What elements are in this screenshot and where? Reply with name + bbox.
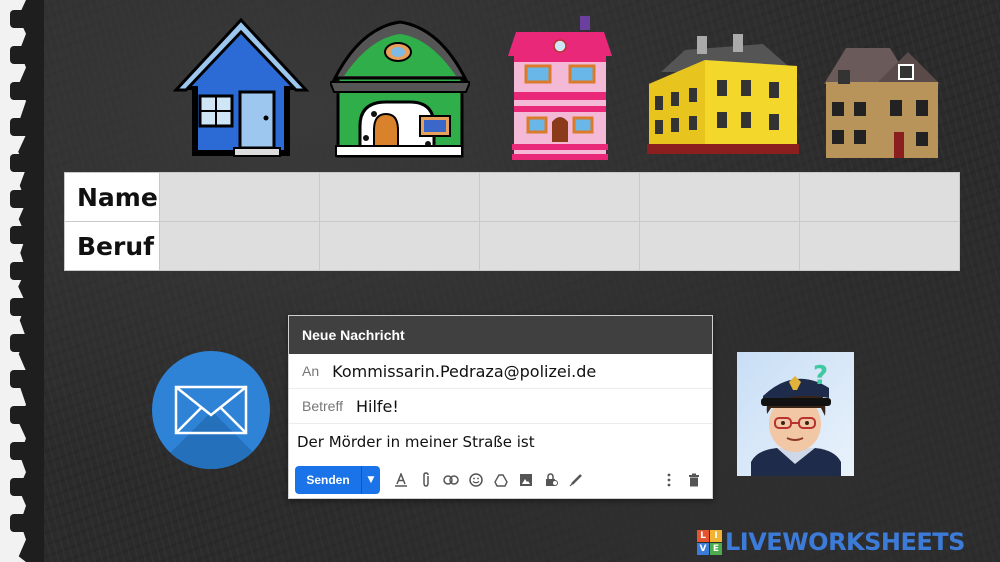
table-cell-input[interactable] xyxy=(159,172,320,222)
signature-icon[interactable] xyxy=(563,469,588,491)
more-options-icon[interactable] xyxy=(656,469,681,491)
table-cell-input[interactable] xyxy=(799,172,960,222)
logo-text: LIVEWORKSHEETS xyxy=(725,528,965,556)
attach-icon[interactable] xyxy=(413,469,438,491)
caret-down-icon: ▼ xyxy=(367,475,375,485)
subject-field-row[interactable]: Betreff Hilfe! xyxy=(289,389,712,424)
brown-house-image xyxy=(824,48,940,158)
table-cell-input[interactable] xyxy=(319,221,480,271)
confidential-icon[interactable] xyxy=(538,469,563,491)
drive-icon[interactable] xyxy=(488,469,513,491)
svg-text:?: ? xyxy=(813,361,828,391)
compose-window: Neue Nachricht An Kommissarin.Pedraza@po… xyxy=(288,315,713,499)
torn-paper-edge xyxy=(0,0,44,562)
subject-field[interactable]: Hilfe! xyxy=(356,397,399,416)
format-text-icon[interactable] xyxy=(388,469,413,491)
to-field[interactable]: Kommissarin.Pedraza@polizei.de xyxy=(332,362,596,381)
image-icon[interactable] xyxy=(513,469,538,491)
to-field-row[interactable]: An Kommissarin.Pedraza@polizei.de xyxy=(289,354,712,389)
green-house-image xyxy=(330,20,470,158)
row-label-beruf: Beruf xyxy=(64,221,160,271)
to-label: An xyxy=(302,363,320,379)
compose-toolbar: Senden ▼ xyxy=(295,466,706,494)
table-cell-input[interactable] xyxy=(319,172,480,222)
yellow-house-image xyxy=(647,34,799,154)
mail-icon xyxy=(152,351,270,469)
emoji-icon[interactable] xyxy=(463,469,488,491)
compose-title: Neue Nachricht xyxy=(289,316,712,354)
pink-house-image xyxy=(508,16,612,160)
table-row-beruf: Beruf xyxy=(64,221,960,271)
table-row-name: Name xyxy=(64,172,960,222)
name-profession-table: Name Beruf xyxy=(64,172,960,271)
subject-label: Betreff xyxy=(302,398,343,414)
table-cell-input[interactable] xyxy=(159,221,320,271)
table-cell-input[interactable] xyxy=(639,172,800,222)
blue-house-image xyxy=(172,17,310,157)
liveworksheets-logo: L I V E LIVEWORKSHEETS xyxy=(697,528,965,556)
trash-icon[interactable] xyxy=(681,469,706,491)
send-options-button[interactable]: ▼ xyxy=(361,466,380,494)
police-officer-avatar: ? xyxy=(737,352,854,476)
send-button[interactable]: Senden xyxy=(295,466,361,494)
table-cell-input[interactable] xyxy=(799,221,960,271)
table-cell-input[interactable] xyxy=(639,221,800,271)
table-cell-input[interactable] xyxy=(479,172,640,222)
link-icon[interactable] xyxy=(438,469,463,491)
message-body[interactable]: Der Mörder in meiner Straße ist xyxy=(289,424,712,464)
row-label-name: Name xyxy=(64,172,160,222)
logo-blocks: L I V E xyxy=(697,529,722,555)
table-cell-input[interactable] xyxy=(479,221,640,271)
